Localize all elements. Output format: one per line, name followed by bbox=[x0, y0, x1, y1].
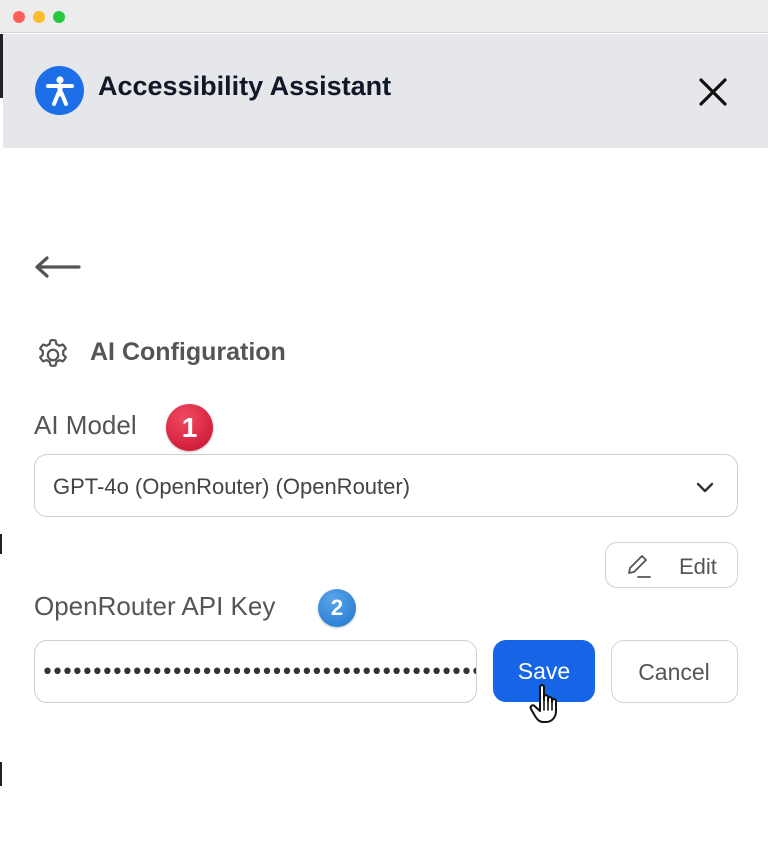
arrow-left-icon bbox=[35, 256, 81, 278]
edit-button[interactable]: Edit bbox=[605, 542, 738, 588]
window-maximize-button[interactable] bbox=[53, 11, 65, 23]
step-badge-2: 2 bbox=[318, 589, 356, 627]
api-key-input[interactable]: ••••••••••••••••••••••••••••••••••••••••… bbox=[34, 640, 477, 703]
save-button-label: Save bbox=[517, 658, 571, 684]
api-key-masked-value: ••••••••••••••••••••••••••••••••••••••••… bbox=[41, 660, 476, 685]
background-page-edge bbox=[0, 34, 3, 860]
cancel-button-label: Cancel bbox=[638, 659, 710, 685]
panel-header: Accessibility Assistant bbox=[3, 34, 768, 148]
ai-model-selected-value: GPT-4o (OpenRouter) (OpenRouter) bbox=[53, 474, 411, 499]
step-badge-1: 1 bbox=[166, 404, 213, 451]
back-button[interactable] bbox=[33, 252, 83, 282]
window-titlebar bbox=[0, 0, 768, 33]
panel-title: Accessibility Assistant bbox=[98, 71, 392, 101]
ai-model-label: AI Model bbox=[34, 410, 137, 440]
accessibility-icon bbox=[35, 66, 84, 115]
cancel-button[interactable]: Cancel bbox=[611, 640, 738, 703]
close-icon bbox=[699, 78, 727, 106]
api-key-label: OpenRouter API Key bbox=[34, 591, 276, 621]
pencil-icon bbox=[628, 555, 651, 578]
gear-icon bbox=[39, 338, 67, 368]
section-title: AI Configuration bbox=[90, 338, 286, 366]
close-button[interactable] bbox=[693, 72, 733, 112]
edit-button-label: Edit bbox=[679, 554, 717, 579]
chevron-down-icon bbox=[696, 482, 714, 493]
hand-pointer-icon bbox=[529, 684, 557, 723]
window-minimize-button[interactable] bbox=[33, 11, 45, 23]
window-close-button[interactable] bbox=[13, 11, 25, 23]
ai-model-select[interactable]: GPT-4o (OpenRouter) (OpenRouter) bbox=[34, 454, 738, 517]
